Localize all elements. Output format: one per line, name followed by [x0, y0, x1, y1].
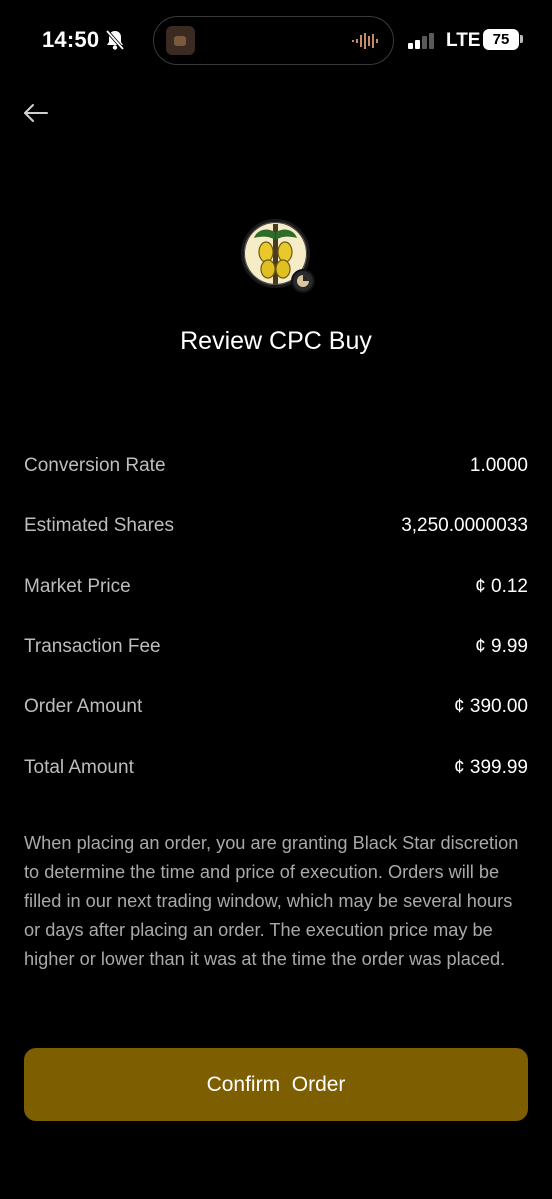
- detail-row-estimated-shares: Estimated Shares 3,250.0000033: [24, 515, 528, 545]
- detail-value: 3,250.0000033: [401, 515, 528, 536]
- battery-tip: [520, 35, 523, 43]
- detail-row-conversion-rate: Conversion Rate 1.0000: [24, 455, 528, 485]
- arrow-left-icon[interactable]: [20, 98, 52, 128]
- audio-wave-icon: [352, 33, 378, 49]
- confirm-order-button[interactable]: Confirm Order: [24, 1048, 528, 1121]
- detail-row-transaction-fee: Transaction Fee ¢ 9.99: [24, 636, 528, 666]
- detail-row-order-amount: Order Amount ¢ 390.00: [24, 696, 528, 726]
- detail-value: ¢ 0.12: [475, 576, 528, 597]
- detail-label: Total Amount: [24, 757, 134, 778]
- detail-value: 1.0000: [469, 455, 528, 476]
- detail-value: ¢ 390.00: [454, 696, 528, 717]
- battery-icon: 75: [483, 29, 519, 50]
- asset-logo: [241, 219, 321, 299]
- order-disclaimer: When placing an order, you are granting …: [24, 833, 519, 969]
- detail-row-market-price: Market Price ¢ 0.12: [24, 576, 528, 606]
- status-bar: 14:50 LTE 75: [0, 0, 552, 82]
- detail-label: Order Amount: [24, 696, 143, 717]
- detail-value: ¢ 9.99: [475, 636, 528, 657]
- detail-label: Transaction Fee: [24, 636, 161, 657]
- page-title: Review CPC Buy: [180, 327, 372, 355]
- review-buy-screen: 14:50 LTE 75 Review CPC Buy Conversion R…: [0, 0, 552, 1199]
- now-playing-thumbnail: [166, 26, 195, 55]
- detail-label: Estimated Shares: [24, 515, 174, 536]
- detail-label: Conversion Rate: [24, 455, 166, 476]
- battery-level: 75: [492, 31, 510, 48]
- bell-slash-icon: [105, 29, 125, 51]
- detail-row-total-amount: Total Amount ¢ 399.99: [24, 757, 528, 787]
- detail-label: Market Price: [24, 576, 131, 597]
- pie-chart-badge-icon: [291, 269, 315, 293]
- status-time: 14:50: [42, 27, 100, 52]
- network-type: LTE: [446, 30, 481, 51]
- dynamic-island[interactable]: [153, 16, 394, 65]
- detail-value: ¢ 399.99: [454, 757, 528, 778]
- signal-bars-icon: [408, 33, 434, 49]
